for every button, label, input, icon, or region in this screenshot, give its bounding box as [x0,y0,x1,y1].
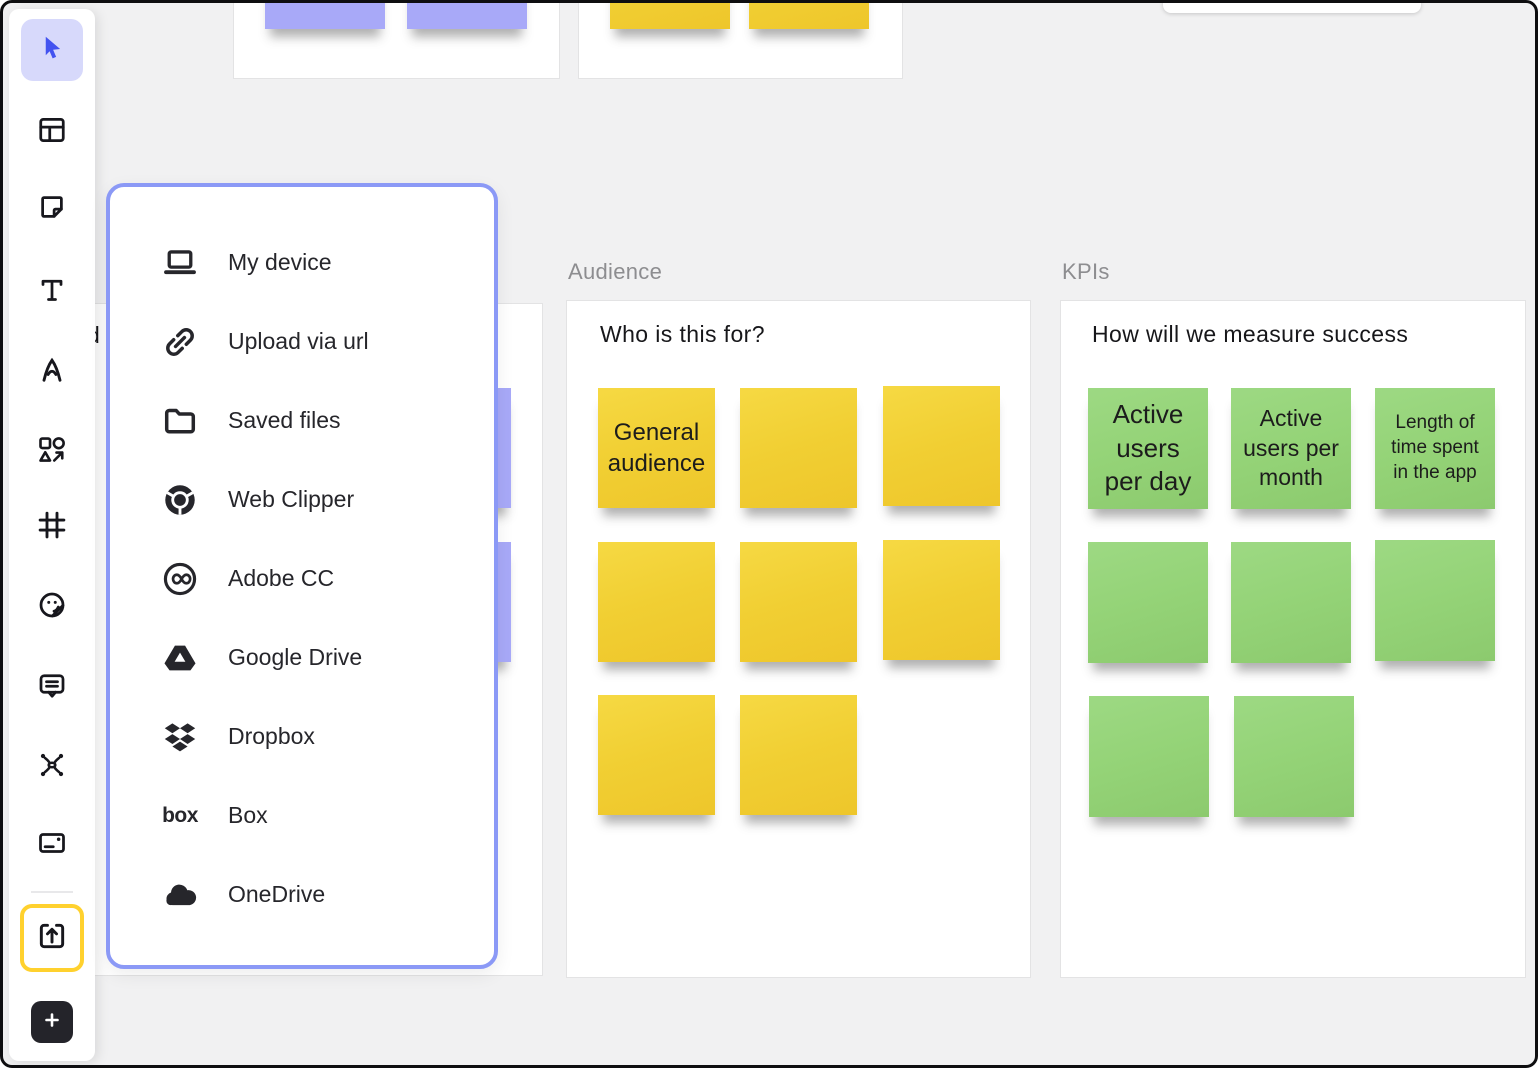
menu-item-label: My device [228,249,332,276]
menu-item-web-clipper[interactable]: Web Clipper [110,460,494,539]
templates-icon [37,115,67,145]
frame-tool-button[interactable] [30,503,74,547]
card-icon [37,828,67,858]
cursor-icon [37,33,67,68]
sticky-note-green[interactable] [1231,542,1351,663]
menu-item-label: Box [228,802,268,829]
pen-icon [37,355,67,385]
sticky-note-green[interactable]: Active users per month [1231,388,1351,509]
sticky-note-purple[interactable] [265,0,385,29]
audience-heading[interactable]: Who is this for? [600,321,765,348]
sticky-note-green[interactable] [1234,696,1354,817]
menu-item-label: Google Drive [228,644,362,671]
pen-tool-button[interactable] [30,348,74,392]
kpis-heading[interactable]: How will we measure success [1092,321,1408,348]
frame-icon [37,510,67,540]
tools-sidebar [9,9,95,1061]
sticky-note-yellow[interactable]: General audience [598,388,715,508]
text-tool-button[interactable] [30,268,74,312]
sticky-note-green[interactable] [1089,696,1209,817]
sticky-note-yellow[interactable] [749,0,869,29]
top-toolbar-remnant [1163,0,1421,13]
laptop-icon [160,244,200,282]
add-more-tools-button[interactable] [31,1001,73,1043]
menu-item-saved-files[interactable]: Saved files [110,381,494,460]
sticky-note-green[interactable]: Active users per day [1088,388,1208,509]
menu-item-label: Upload via url [228,328,369,355]
connector-tool-button[interactable] [30,743,74,787]
menu-item-box[interactable]: box Box [110,776,494,855]
frame-label-audience[interactable]: Audience [568,259,662,285]
frame-label-kpis[interactable]: KPIs [1062,259,1110,285]
menu-item-label: Adobe CC [228,565,334,592]
comment-tool-button[interactable] [30,663,74,707]
select-tool-button[interactable] [21,19,83,81]
toolbar-divider [31,891,73,893]
menu-item-upload-via-url[interactable]: Upload via url [110,302,494,381]
google-drive-icon [160,639,200,677]
shapes-tool-button[interactable] [30,428,74,472]
dropbox-icon [160,718,200,756]
menu-item-label: Dropbox [228,723,315,750]
templates-tool-button[interactable] [30,108,74,152]
onedrive-icon [160,876,200,914]
sticky-note-yellow[interactable] [883,540,1000,660]
sticky-note-yellow[interactable] [598,542,715,662]
sticky-note-yellow[interactable] [610,0,730,29]
menu-item-onedrive[interactable]: OneDrive [110,855,494,934]
folder-icon [160,402,200,440]
sticky-note-yellow[interactable] [883,386,1000,506]
adobe-cc-icon [160,560,200,598]
menu-item-my-device[interactable]: My device [110,223,494,302]
chrome-icon [160,481,200,519]
sticky-note-tool-button[interactable] [30,185,74,229]
menu-item-label: Web Clipper [228,486,354,513]
sticky-note-yellow[interactable] [740,695,857,815]
sticker-smiley-icon [37,590,67,620]
card-tool-button[interactable] [30,821,74,865]
menu-item-dropbox[interactable]: Dropbox [110,697,494,776]
sticky-note-green[interactable] [1088,542,1208,663]
shapes-icon [37,435,67,465]
sticky-note-green[interactable] [1375,540,1495,661]
upload-tool-button-highlighted[interactable] [20,904,84,972]
whiteboard-screen: d Audience Who is this for? General audi… [0,0,1538,1068]
menu-item-label: OneDrive [228,881,325,908]
box-icon: box [160,797,200,835]
comment-icon [37,670,67,700]
sticky-note-green[interactable]: Length of time spent in the app [1375,388,1495,509]
sticky-note-yellow[interactable] [598,695,715,815]
upload-menu-popup: My device Upload via url Saved files Web… [106,183,498,969]
menu-item-adobe-cc[interactable]: Adobe CC [110,539,494,618]
connector-icon [37,750,67,780]
sticky-note-purple[interactable] [407,0,527,29]
upload-icon [36,920,68,957]
sticky-note-yellow[interactable] [740,388,857,508]
sticker-tool-button[interactable] [30,583,74,627]
menu-item-label: Saved files [228,407,341,434]
sticky-note-icon [37,192,67,222]
plus-icon [40,1008,64,1037]
sticky-note-yellow[interactable] [740,542,857,662]
text-icon [37,275,67,305]
link-icon [160,323,200,361]
menu-item-google-drive[interactable]: Google Drive [110,618,494,697]
